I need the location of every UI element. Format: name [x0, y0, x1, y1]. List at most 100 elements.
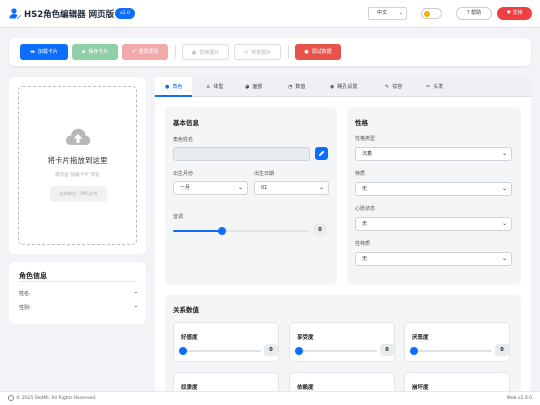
sun-icon: [424, 11, 430, 17]
birth-month-value: 一月: [180, 185, 191, 191]
heart-icon: ♥: [506, 10, 511, 16]
info-label: 性别:: [19, 305, 31, 311]
relation-label: 好感度: [181, 335, 198, 341]
support-button[interactable]: ♥ 支持: [497, 7, 532, 20]
slider-thumb[interactable]: [410, 347, 418, 355]
tab-label: 数值: [295, 84, 306, 90]
pitch-slider[interactable]: [173, 227, 309, 235]
tab-label: 头发: [433, 84, 444, 90]
tab-label: 体型: [213, 84, 224, 90]
info-label: 姓名:: [19, 291, 31, 297]
version-badge: v2.0: [115, 8, 135, 19]
tab-eyes[interactable]: ◉ 瞳孔设置: [330, 77, 357, 97]
reset-changes-label: 重置更改: [138, 49, 159, 55]
undo-icon: ↺: [131, 49, 136, 55]
debug-data-label: 调试数据: [311, 49, 332, 55]
enjoyment-slider[interactable]: [295, 347, 377, 355]
chevron-down-icon: ⌄: [501, 150, 507, 157]
scissors-icon: ✂: [426, 84, 431, 90]
relation-aversion: 厌恶度 0: [404, 322, 510, 362]
pitch-slider-thumb[interactable]: [218, 227, 226, 235]
bug-icon: ●: [304, 49, 309, 55]
app-title: HS2角色编辑器 网页版: [24, 10, 115, 20]
character-info-panel: 角色信息 姓名: - 性别: -: [9, 262, 146, 324]
load-card-label: 加载卡片: [37, 49, 58, 55]
pitch-label: 音调: [173, 214, 184, 220]
birth-month-select[interactable]: 一月 ⌄: [173, 181, 248, 195]
info-row-gender: 性别: -: [19, 304, 137, 311]
reset-changes-button[interactable]: ↺ 重置更改: [122, 44, 168, 60]
enjoyment-value: 0: [380, 344, 394, 356]
question-icon: ?: [466, 10, 470, 16]
slider-thumb[interactable]: [295, 347, 303, 355]
undo-icon: ↺: [243, 50, 249, 56]
slider-thumb[interactable]: [179, 347, 187, 355]
basic-info-title: 基本信息: [173, 119, 199, 127]
load-card-button[interactable]: ▬ 加载卡片: [20, 44, 68, 60]
info-value: -: [134, 290, 137, 296]
character-info-title: 角色信息: [19, 272, 47, 280]
birth-day-value: 01: [261, 185, 268, 191]
user-edit-icon: [9, 8, 21, 19]
chart-pie-icon: ◔: [288, 84, 293, 90]
chevron-down-icon: ⌄: [318, 184, 324, 191]
trait-select[interactable]: 无 ⌄: [355, 182, 512, 196]
relation-affection: 好感度 0: [173, 322, 279, 362]
divider: [19, 281, 137, 282]
replace-image-button[interactable]: ▣ 替换图片: [182, 44, 229, 60]
app-header: HS2角色编辑器 网页版 v2.0 中文 ⌄ ? 帮助 ♥ 支持: [0, 0, 540, 28]
birth-day-label: 出生日期: [254, 171, 275, 177]
aversion-slider[interactable]: [410, 347, 492, 355]
tab-stats[interactable]: ◔ 数值: [288, 77, 305, 97]
chevron-down-icon: ⌄: [501, 185, 507, 192]
save-card-label: 保存卡片: [88, 49, 109, 55]
save-icon: ▪: [81, 49, 86, 55]
toolbar-divider: [288, 45, 289, 59]
tab-body[interactable]: ♙ 体型: [206, 77, 224, 97]
aversion-value: 0: [495, 344, 509, 356]
support-label: 支持: [512, 10, 523, 16]
language-select[interactable]: 中文 ⌄: [368, 7, 407, 20]
edit-name-button[interactable]: [315, 147, 328, 160]
restore-image-label: 恢复图片: [251, 50, 272, 56]
tab-character[interactable]: ● 角色: [155, 77, 193, 97]
save-card-button[interactable]: ▪ 保存卡片: [72, 44, 118, 60]
theme-toggle[interactable]: [421, 8, 442, 19]
dropzone-title: 将卡片拖放到这里: [47, 156, 108, 165]
affection-slider[interactable]: [179, 347, 261, 355]
copyright-icon: [8, 395, 14, 401]
tab-makeup[interactable]: ✎ 妆容: [385, 77, 402, 97]
sexual-trait-value: 无: [362, 256, 368, 262]
user-icon: ●: [165, 84, 170, 90]
personality-title: 性格: [355, 119, 368, 127]
palette-icon: ◕: [245, 84, 250, 90]
dropzone-subtitle: 或点击"加载卡片"浏览: [55, 173, 100, 178]
relation-label: 奴隶度: [181, 385, 198, 391]
wish-state-label: 心愿状态: [355, 206, 376, 212]
trait-label: 特质: [355, 171, 366, 177]
affection-value: 0: [264, 344, 278, 356]
chevron-down-icon: ⌄: [398, 10, 403, 16]
help-button[interactable]: ? 帮助: [456, 7, 492, 20]
sexual-trait-select[interactable]: 无 ⌄: [355, 252, 512, 266]
brush-icon: ✎: [385, 84, 390, 90]
app-footer: © 2025 SlotMi. All Rights Reserved. Web …: [0, 391, 540, 405]
character-name-input[interactable]: [173, 147, 310, 161]
name-label: 角色姓名: [173, 137, 194, 143]
tab-face[interactable]: ◕ 面部: [245, 77, 262, 97]
personality-type-label: 性格类型: [355, 136, 376, 142]
birth-day-select[interactable]: 01 ⌄: [254, 181, 329, 195]
relation-label: 崩坏度: [412, 385, 429, 391]
restore-image-button[interactable]: ↺ 恢复图片: [234, 44, 281, 60]
birth-month-label: 出生月份: [173, 171, 194, 177]
card-dropzone[interactable]: 将卡片拖放到这里 或点击"加载卡片"浏览 支持格式：PNG文件: [18, 86, 137, 245]
tab-hair[interactable]: ✂ 头发: [426, 77, 443, 97]
personality-card: 性格 性格类型 沉着 ⌄ 特质 无 ⌄ 心愿状态 无 ⌄ 性特质 无 ⌄: [347, 107, 521, 285]
upload-panel: 将卡片拖放到这里 或点击"加载卡片"浏览 支持格式：PNG文件: [9, 77, 146, 254]
personality-type-select[interactable]: 沉着 ⌄: [355, 147, 512, 161]
debug-data-button[interactable]: ● 调试数据: [295, 44, 341, 60]
tab-label: 瞳孔设置: [337, 84, 358, 90]
wish-state-select[interactable]: 无 ⌄: [355, 217, 512, 231]
basic-info-card: 基本信息 角色姓名 出生月份 一月 ⌄ 出生日期 01 ⌄ 音调 0: [165, 107, 337, 285]
copyright-text: © 2025 SlotMi. All Rights Reserved.: [16, 396, 97, 401]
